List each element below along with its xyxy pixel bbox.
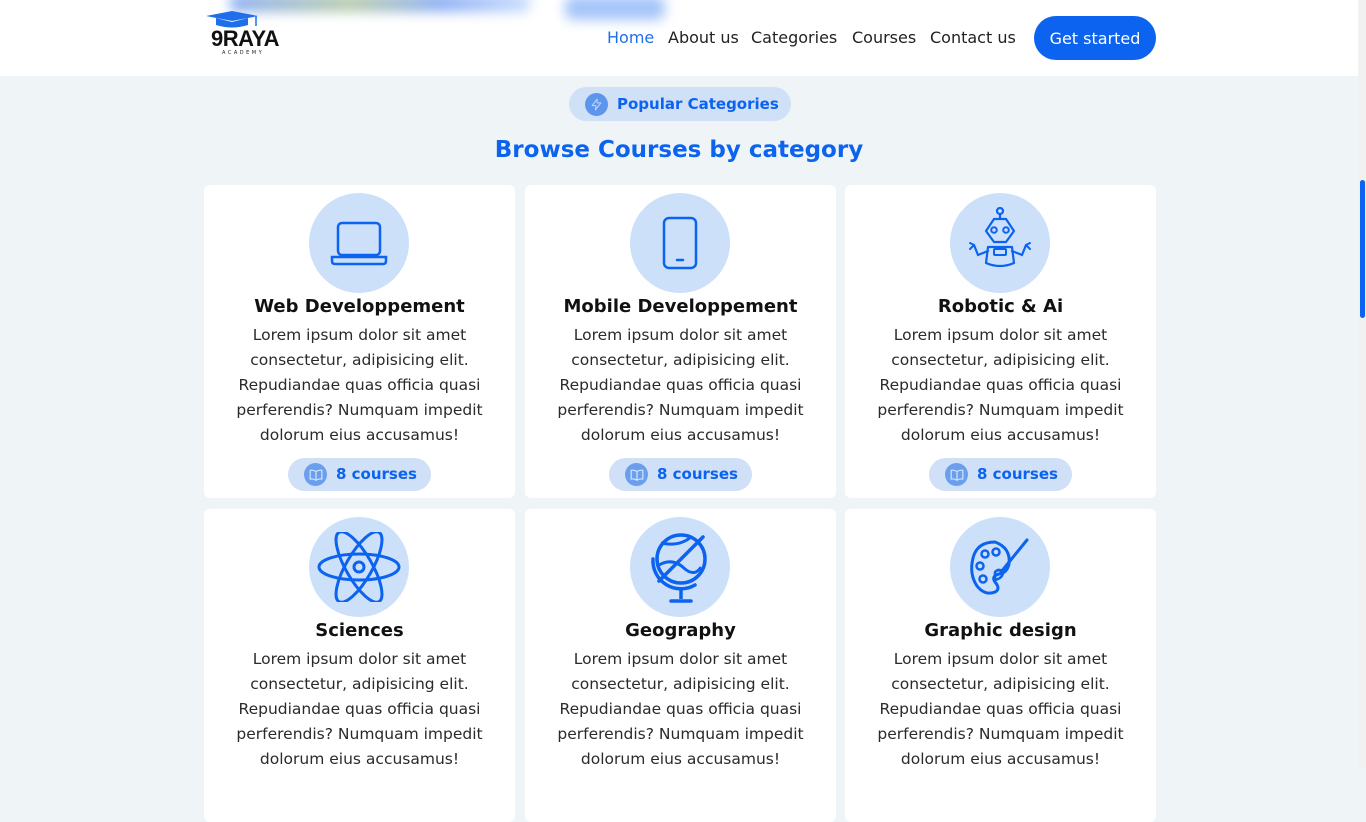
- card-icon-circle: [950, 193, 1050, 293]
- lightning-icon: [585, 93, 608, 116]
- card-description: Lorem ipsum dolor sit amet consectetur, …: [877, 650, 1124, 768]
- card-icon-circle: [630, 193, 730, 293]
- brand-logo[interactable]: 9RAYA ACADEMY: [204, 10, 286, 58]
- card-title: Mobile Developpement: [563, 296, 798, 317]
- category-card-geography[interactable]: Geography Lorem ipsum dolor sit amet con…: [525, 509, 836, 822]
- course-count: 8 courses: [657, 465, 738, 483]
- course-count: 8 courses: [336, 465, 417, 483]
- card-title: Sciences: [315, 620, 404, 641]
- nav-contact[interactable]: Contact us: [930, 28, 1016, 47]
- laptop-icon: [330, 221, 388, 266]
- globe-icon: [651, 533, 707, 603]
- blurred-banner: [230, 0, 670, 20]
- brand-name: 9RAYA: [211, 26, 280, 51]
- section-badge: Popular Categories: [569, 87, 791, 121]
- nav-courses[interactable]: Courses: [852, 28, 916, 47]
- card-title: Geography: [625, 620, 736, 641]
- category-card-sciences[interactable]: Sciences Lorem ipsum dolor sit amet cons…: [204, 509, 515, 822]
- card-title: Graphic design: [924, 620, 1077, 641]
- atom-icon: [317, 532, 401, 602]
- scrollbar-thumb[interactable]: [1360, 180, 1365, 318]
- card-description: Lorem ipsum dolor sit amet consectetur, …: [557, 326, 804, 444]
- course-count-badge[interactable]: 8 courses: [288, 458, 431, 491]
- section-title: Browse Courses by category: [494, 137, 864, 163]
- book-icon: [625, 463, 648, 486]
- get-started-button[interactable]: Get started: [1034, 16, 1156, 60]
- palette-icon: [970, 538, 1029, 595]
- book-icon: [304, 463, 327, 486]
- section-badge-label: Popular Categories: [617, 95, 779, 113]
- mobile-icon: [662, 216, 698, 270]
- card-title: Web Developpement: [254, 296, 465, 317]
- category-card-robotic[interactable]: Robotic & Ai Lorem ipsum dolor sit amet …: [845, 185, 1156, 498]
- course-count: 8 courses: [977, 465, 1058, 483]
- course-count-badge[interactable]: 8 courses: [609, 458, 752, 491]
- card-icon-circle: [630, 517, 730, 617]
- category-card-mobile[interactable]: Mobile Developpement Lorem ipsum dolor s…: [525, 185, 836, 498]
- nav-home[interactable]: Home: [607, 28, 654, 47]
- nav-about[interactable]: About us: [668, 28, 739, 47]
- card-description: Lorem ipsum dolor sit amet consectetur, …: [557, 650, 804, 768]
- brand-subtitle: ACADEMY: [222, 50, 265, 56]
- book-icon: [945, 463, 968, 486]
- card-description: Lorem ipsum dolor sit amet consectetur, …: [236, 650, 483, 768]
- category-card-web[interactable]: Web Developpement Lorem ipsum dolor sit …: [204, 185, 515, 498]
- scrollbar[interactable]: [1358, 0, 1366, 768]
- card-description: Lorem ipsum dolor sit amet consectetur, …: [236, 326, 483, 444]
- category-card-graphic-design[interactable]: Graphic design Lorem ipsum dolor sit ame…: [845, 509, 1156, 822]
- nav-categories[interactable]: Categories: [751, 28, 837, 47]
- card-title: Robotic & Ai: [937, 296, 1064, 317]
- course-count-badge[interactable]: 8 courses: [929, 458, 1072, 491]
- card-description: Lorem ipsum dolor sit amet consectetur, …: [877, 326, 1124, 444]
- robot-icon: [969, 207, 1031, 268]
- card-icon-circle: [950, 517, 1050, 617]
- site-header: 9RAYA ACADEMY Home About us Categories C…: [0, 0, 1358, 76]
- card-icon-circle: [309, 193, 409, 293]
- card-icon-circle: [309, 517, 409, 617]
